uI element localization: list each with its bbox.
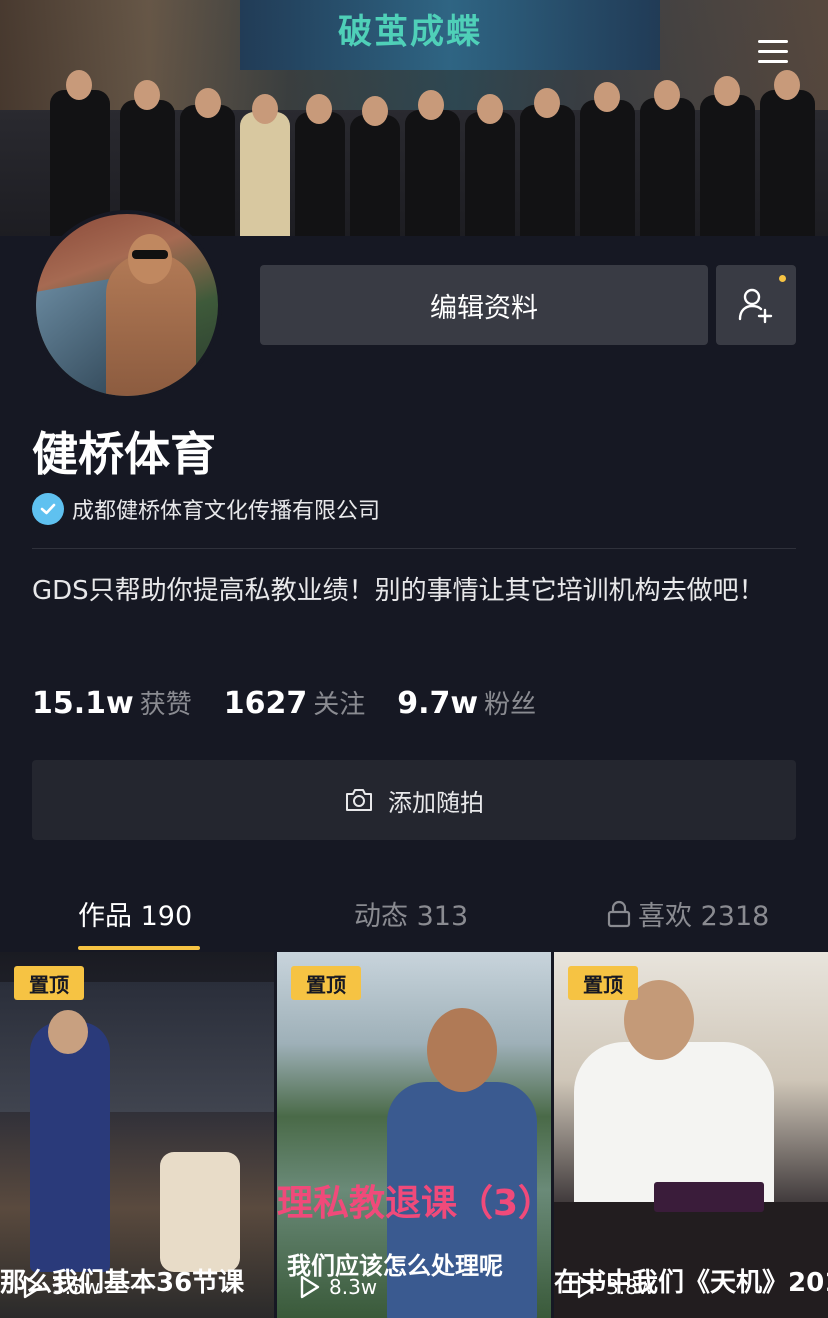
pinned-badge: 置顶 [568, 966, 638, 1000]
profile-stats: 15.1w 获赞 1627 关注 9.7w 粉丝 [32, 684, 568, 721]
add-snap-button[interactable]: 添加随拍 [32, 760, 796, 840]
play-count: 3.5w [20, 1274, 100, 1300]
cover-screen-text: 破茧成蝶 [338, 12, 482, 52]
stat-likes-count: 15.1w [32, 686, 134, 721]
tab-works[interactable]: 作品 190 [78, 894, 192, 933]
stat-followers-label: 粉丝 [484, 690, 537, 720]
notification-dot [779, 275, 786, 282]
lock-icon [607, 900, 631, 927]
tab-active-indicator [78, 946, 200, 950]
verified-badge-icon [32, 493, 64, 525]
video-thumbnail[interactable]: 置顶 那么我们基本36节课 3.5w [0, 952, 274, 1318]
verification-row: 成都健桥体育文化传播有限公司 [32, 492, 380, 526]
pinned-badge: 置顶 [14, 966, 84, 1000]
profile-tabs: 作品 190 动态 313 喜欢 2318 [0, 880, 828, 952]
camera-icon [346, 789, 372, 811]
tab-likes-label: 喜欢 2318 [638, 901, 770, 932]
profile-cover[interactable]: 破茧成蝶 [0, 0, 828, 236]
add-snap-label: 添加随拍 [388, 788, 484, 817]
tab-moments[interactable]: 动态 313 [354, 894, 468, 933]
video-grid: 置顶 那么我们基本36节课 3.5w 置顶 理私教退课（3） 我们应该怎么处理呢… [0, 952, 828, 1318]
play-count-value: 8.3w [329, 1275, 378, 1299]
profile-bio: GDS只帮助你提高私教业绩！别的事情让其它培训机构去做吧！ [32, 576, 765, 606]
video-thumbnail[interactable]: 置顶 在书中我们《天机》201 3.8w [554, 952, 828, 1318]
divider [32, 548, 796, 549]
play-count: 8.3w [297, 1274, 377, 1300]
stat-likes[interactable]: 15.1w 获赞 [32, 684, 192, 721]
stat-following-count: 1627 [223, 686, 308, 721]
pinned-badge: 置顶 [291, 966, 361, 1000]
tab-moments-label: 动态 313 [354, 901, 469, 932]
stat-followers-count: 9.7w [397, 686, 479, 721]
play-count: 3.8w [574, 1274, 654, 1300]
stat-following[interactable]: 1627 关注 [224, 684, 366, 721]
cover-crowd [40, 50, 820, 236]
stat-likes-label: 获赞 [139, 690, 192, 720]
hamburger-menu-icon[interactable] [758, 40, 788, 64]
avatar[interactable] [32, 210, 222, 400]
play-icon [23, 1275, 43, 1299]
video-title-overlay: 理私教退课（3） [277, 1183, 551, 1224]
edit-profile-button[interactable]: 编辑资料 [260, 265, 708, 345]
play-icon [300, 1275, 320, 1299]
add-friend-icon [738, 288, 773, 324]
stat-following-label: 关注 [313, 690, 366, 720]
stat-followers[interactable]: 9.7w 粉丝 [397, 684, 536, 721]
play-count-value: 3.8w [606, 1275, 655, 1299]
tab-likes[interactable]: 喜欢 2318 [606, 894, 769, 933]
verified-org-name: 成都健桥体育文化传播有限公司 [72, 499, 381, 524]
add-friend-button[interactable] [716, 265, 796, 345]
tab-works-label: 作品 190 [78, 901, 193, 932]
play-count-value: 3.5w [52, 1275, 101, 1299]
video-thumbnail[interactable]: 置顶 理私教退课（3） 我们应该怎么处理呢 8.3w [277, 952, 551, 1318]
play-icon [577, 1275, 597, 1299]
profile-name: 健桥体育 [32, 427, 216, 481]
